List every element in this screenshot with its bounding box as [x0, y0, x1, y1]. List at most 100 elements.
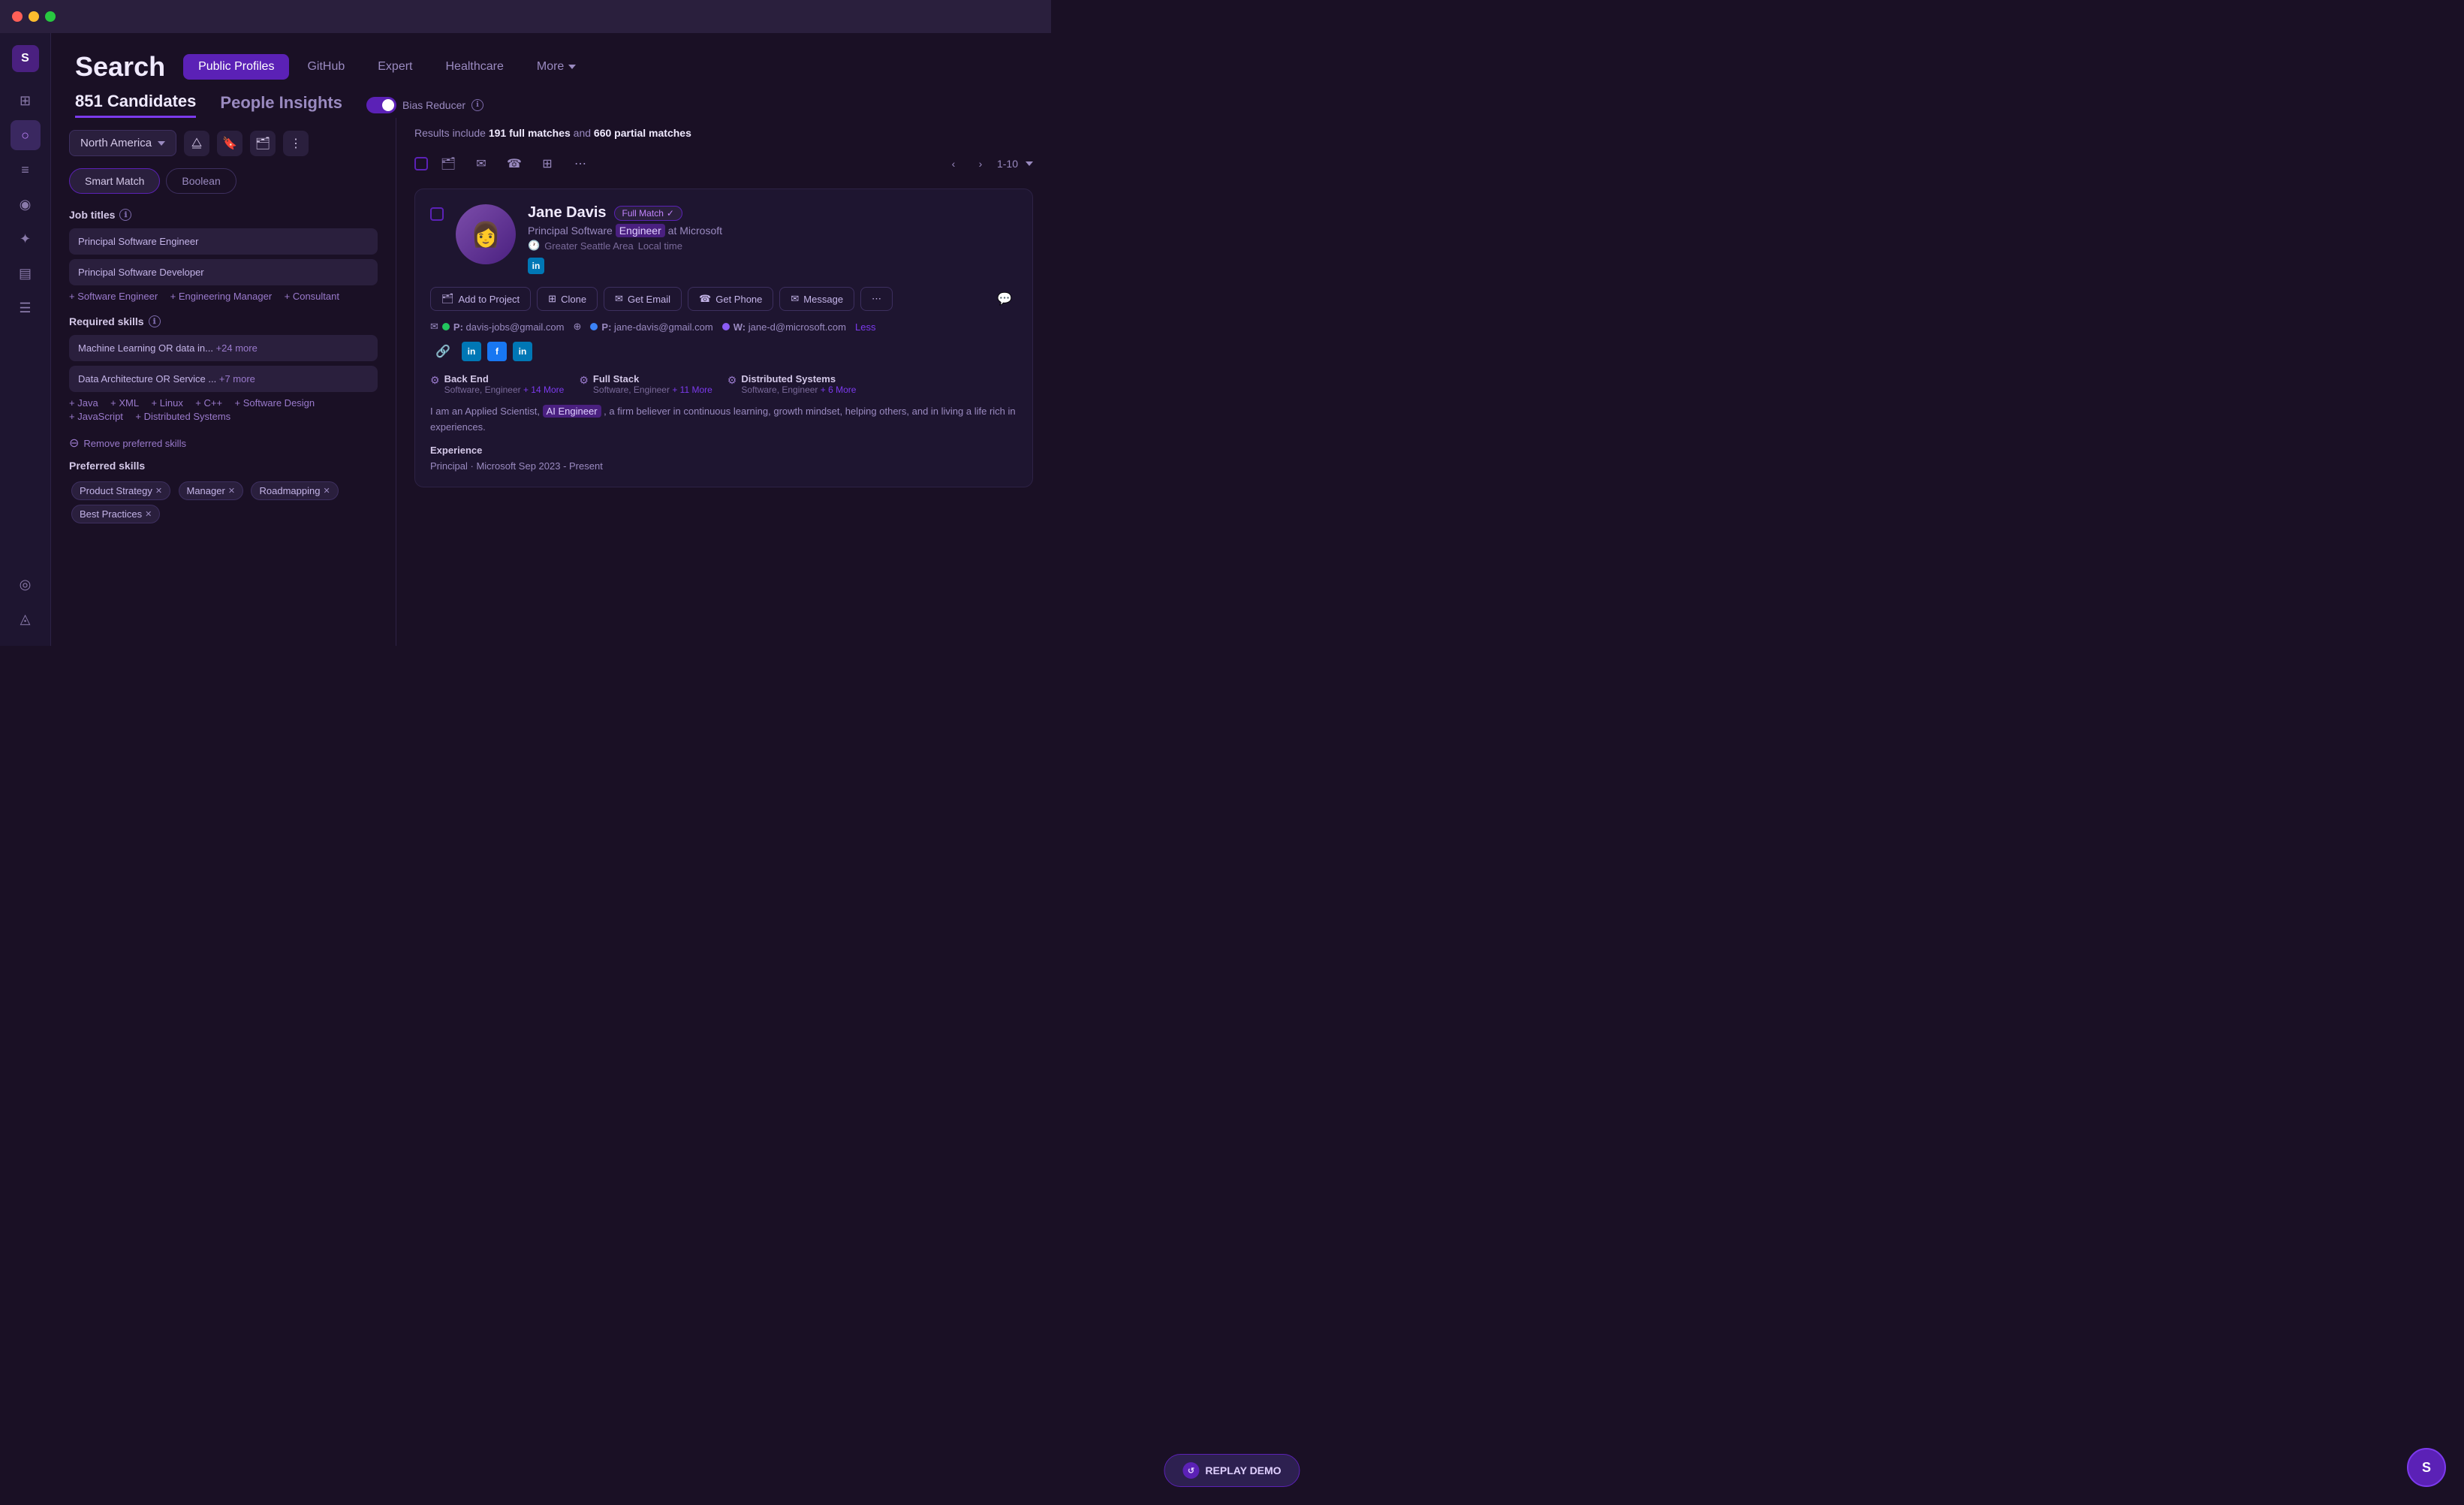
message-btn[interactable]: ✉ Message: [779, 287, 854, 311]
sidebar-icon-filters[interactable]: ☰: [11, 293, 41, 323]
bias-reducer-info-icon[interactable]: ℹ: [471, 99, 483, 111]
more-tool-btn[interactable]: ⋯: [568, 151, 593, 176]
comment-btn[interactable]: 💬: [992, 286, 1017, 312]
email-tool-btn[interactable]: ✉: [468, 151, 494, 176]
pagination: ‹ › 1-10: [943, 153, 1033, 174]
skill-distributed-sub: Software, Engineer + 6 More: [741, 385, 856, 395]
contact-email-2: P: jane-davis@gmail.com: [590, 321, 712, 333]
add-software-engineer-link[interactable]: Software Engineer: [69, 291, 158, 302]
candidate-card: 👩 Jane Davis Full Match ✓: [414, 189, 1033, 487]
app-logo[interactable]: S: [12, 45, 39, 72]
sidebar-icon-user[interactable]: ◎: [11, 569, 41, 599]
sidebar-icon-grid[interactable]: ⊞: [11, 86, 41, 116]
add-distributed-systems-link[interactable]: Distributed Systems: [135, 411, 230, 422]
tab-more[interactable]: More: [522, 54, 591, 80]
sidebar-icon-chart[interactable]: ≡: [11, 155, 41, 185]
avatar-button[interactable]: S: [2407, 1448, 2446, 1487]
job-titles-info-icon[interactable]: ℹ: [119, 209, 131, 221]
bias-reducer-label: Bias Reducer: [402, 99, 465, 111]
add-java-link[interactable]: Java: [69, 397, 98, 409]
skill-distributed-name: Distributed Systems: [741, 373, 856, 385]
sidebar-icon-bell[interactable]: ◬: [11, 604, 41, 634]
candidate-checkbox[interactable]: [430, 207, 444, 221]
tag-manager[interactable]: Manager ✕: [179, 481, 244, 500]
copy-tool-btn[interactable]: ⊞: [535, 151, 560, 176]
clone-btn[interactable]: ⊞ Clone: [537, 287, 598, 311]
tab-healthcare[interactable]: Healthcare: [431, 54, 519, 80]
tab-expert[interactable]: Expert: [363, 54, 427, 80]
maximize-dot[interactable]: [45, 11, 56, 22]
phone-tool-btn[interactable]: ☎: [502, 151, 527, 176]
get-phone-btn[interactable]: ☎ Get Phone: [688, 287, 773, 311]
tab-people-insights[interactable]: People Insights: [220, 93, 342, 117]
close-dot[interactable]: [12, 11, 23, 22]
social-linkedin-2[interactable]: in: [513, 342, 532, 361]
bio-text: I am an Applied Scientist, AI Engineer ,…: [430, 404, 1017, 436]
link-icon[interactable]: 🔗: [430, 339, 456, 364]
more-actions-btn[interactable]: ⋯: [860, 287, 893, 311]
clone-icon: ⊞: [548, 293, 556, 305]
sidebar-icon-contacts[interactable]: ◉: [11, 189, 41, 219]
job-title-item-2[interactable]: Principal Software Developer: [69, 259, 378, 285]
remove-best-practices[interactable]: ✕: [145, 509, 152, 519]
tag-best-practices[interactable]: Best Practices ✕: [71, 505, 160, 523]
tag-roadmapping[interactable]: Roadmapping ✕: [251, 481, 338, 500]
more-filters-button[interactable]: ⋮: [283, 131, 309, 156]
job-title-item-1[interactable]: Principal Software Engineer: [69, 228, 378, 255]
bookmark-button[interactable]: 🔖: [217, 131, 242, 156]
folder-button[interactable]: 🗂: [250, 131, 276, 156]
required-skill-2[interactable]: Data Architecture OR Service ... +7 more: [69, 366, 378, 392]
preferred-skills-label: Preferred skills: [69, 460, 378, 472]
less-link[interactable]: Less: [855, 321, 875, 333]
sidebar-icon-search[interactable]: ○: [11, 120, 41, 150]
distributed-more-link[interactable]: + 6 More: [821, 385, 857, 395]
filter-button[interactable]: ⧋: [184, 131, 209, 156]
next-page-btn[interactable]: ›: [970, 153, 991, 174]
add-software-design-link[interactable]: Software Design: [235, 397, 315, 409]
remove-preferred-skills-link[interactable]: ⊖ Remove preferred skills: [69, 436, 378, 451]
minimize-dot[interactable]: [29, 11, 39, 22]
prev-page-btn[interactable]: ‹: [943, 153, 964, 174]
check-icon: ✓: [667, 208, 674, 219]
smart-match-tab[interactable]: Smart Match: [69, 168, 160, 194]
sidebar-icon-star[interactable]: ✦: [11, 224, 41, 254]
social-linkedin-1[interactable]: in: [462, 342, 481, 361]
contact-plus-icon[interactable]: ⊕: [574, 321, 582, 333]
candidate-location: 🕐 Greater Seattle Area Local time: [528, 240, 1017, 252]
linkedin-icon[interactable]: in: [528, 258, 544, 274]
remove-product-strategy[interactable]: ✕: [155, 486, 162, 496]
get-email-btn[interactable]: ✉ Get Email: [604, 287, 682, 311]
candidate-checkbox-area: [430, 204, 444, 274]
add-consultant-link[interactable]: Consultant: [285, 291, 339, 302]
remove-roadmapping[interactable]: ✕: [323, 486, 330, 496]
bias-reducer-toggle[interactable]: [366, 97, 396, 113]
add-linux-link[interactable]: Linux: [152, 397, 183, 409]
remove-manager[interactable]: ✕: [228, 486, 235, 496]
candidate-title: Principal Software Engineer at Microsoft: [528, 225, 1017, 237]
tag-product-strategy[interactable]: Product Strategy ✕: [71, 481, 170, 500]
sidebar-icon-messages[interactable]: ▤: [11, 258, 41, 288]
region-select[interactable]: North America: [69, 130, 176, 156]
social-facebook[interactable]: f: [487, 342, 507, 361]
tab-public-profiles[interactable]: Public Profiles: [183, 54, 289, 80]
contact-email-1: ✉ P: davis-jobs@gmail.com: [430, 321, 565, 333]
avatar-image: 👩: [456, 204, 516, 264]
tab-candidates[interactable]: 851 Candidates: [75, 92, 196, 118]
backend-more-link[interactable]: + 14 More: [523, 385, 564, 395]
match-tabs: Smart Match Boolean: [69, 168, 378, 194]
boolean-tab[interactable]: Boolean: [166, 168, 236, 194]
add-cpp-link[interactable]: C++: [195, 397, 222, 409]
add-engineering-manager-link[interactable]: Engineering Manager: [170, 291, 273, 302]
add-to-project-btn[interactable]: 🗂 Add to Project: [430, 287, 531, 311]
select-all-checkbox[interactable]: [414, 157, 428, 170]
fullstack-more-link[interactable]: + 11 More: [672, 385, 712, 395]
required-skill-1[interactable]: Machine Learning OR data in... +24 more: [69, 335, 378, 361]
tab-github[interactable]: GitHub: [292, 54, 360, 80]
add-xml-link[interactable]: XML: [110, 397, 139, 409]
add-javascript-link[interactable]: JavaScript: [69, 411, 123, 422]
replay-demo-btn[interactable]: ↺ REPLAY DEMO: [1164, 1454, 1300, 1487]
candidate-avatar: 👩: [456, 204, 516, 264]
required-skills-info-icon[interactable]: ℹ: [149, 315, 161, 327]
folder-tool-btn[interactable]: 🗂: [435, 151, 461, 176]
action-row: 🗂 Add to Project ⊞ Clone ✉ Get Email: [430, 286, 1017, 312]
